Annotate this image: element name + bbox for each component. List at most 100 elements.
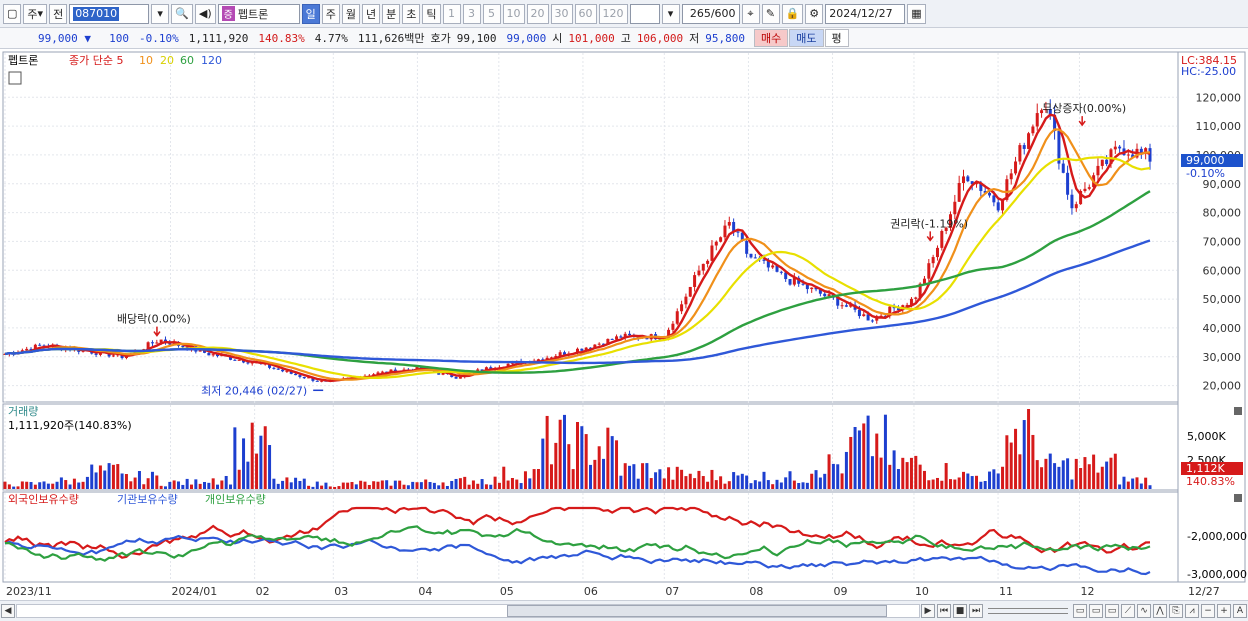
font-size-icon[interactable]: A — [1233, 604, 1247, 618]
draw-tool-icon[interactable]: ✎ — [761, 3, 780, 24]
volume-bar — [354, 484, 358, 489]
custom-interval-input[interactable] — [629, 3, 660, 24]
period-month-tab[interactable]: 월 — [341, 3, 361, 24]
layout-2-icon[interactable]: ▭ — [1089, 604, 1103, 618]
legend-institution[interactable]: 기관보유수량 — [117, 493, 178, 506]
interval-3[interactable]: 3 — [462, 3, 481, 24]
last-price-label: 99,000 — [1186, 154, 1225, 167]
scroll-thumb[interactable] — [507, 605, 887, 617]
jeon-button[interactable]: 전 — [49, 3, 68, 24]
volume-bar — [766, 480, 770, 489]
plus-icon[interactable]: + — [1217, 604, 1231, 618]
period-main-select[interactable]: 주 ▾ — [23, 3, 48, 24]
buy-button[interactable]: 매수 — [754, 29, 789, 47]
volume-bar — [792, 480, 796, 489]
volume-bar — [207, 482, 211, 489]
interval-1[interactable]: 1 — [442, 3, 461, 24]
volume-bar — [68, 484, 72, 489]
volume-bar — [411, 481, 415, 489]
grid-toggle-icon[interactable] — [8, 71, 22, 85]
legend-stock-name[interactable]: 펩트론 — [8, 54, 38, 67]
period-tick-tab[interactable]: 틱 — [422, 3, 441, 24]
search-icon[interactable]: 🔍 — [171, 3, 193, 24]
volume-bar — [111, 464, 115, 489]
fib-tool-icon[interactable]: ⋀ — [1153, 604, 1167, 618]
window-icon[interactable]: ▢ — [3, 3, 22, 24]
scroll-track[interactable] — [16, 604, 920, 618]
legend-ma20[interactable]: 20 — [160, 54, 174, 67]
layout-3-icon[interactable]: ▭ — [1105, 604, 1119, 618]
legend-ma10[interactable]: 10 — [139, 54, 153, 67]
volume-bar — [1105, 461, 1109, 489]
volume-bar — [1053, 463, 1057, 489]
lock-icon[interactable]: 🔒 — [781, 3, 804, 24]
gear-icon[interactable]: ⚙ — [805, 3, 824, 24]
volume-bar — [216, 484, 220, 489]
chart-area[interactable]: 20,000 30,000 40,000 50,000 60,000 70,000 80,0… — [0, 50, 1248, 600]
layout-1-icon[interactable]: ▭ — [1073, 604, 1087, 618]
bottom-scrollbar[interactable]: ◀ ▶ ⏮ ■ ⏭ ▭ ▭ ▭ ⟋ ∿ ⋀ ⎘ ⩘ − + A — [0, 600, 1248, 621]
scroll-right-icon[interactable]: ▶ — [921, 604, 935, 618]
stock-code-value: 087010 — [73, 6, 120, 21]
legend-individual[interactable]: 개인보유수량 — [205, 493, 266, 506]
count-field[interactable]: 265/600 — [681, 3, 740, 24]
legend-ma5[interactable]: 종가 단순 5 — [69, 54, 123, 67]
crosshair-icon[interactable]: ⌖ — [741, 3, 760, 24]
legend-foreign[interactable]: 외국인보유수량 — [8, 493, 79, 506]
stock-name-field[interactable]: 증 펩트론 — [217, 3, 300, 24]
zoom-slider[interactable] — [988, 608, 1068, 614]
candle-body — [680, 304, 684, 312]
candle-body — [701, 263, 705, 271]
volume-bar — [1022, 420, 1026, 489]
minus-icon[interactable]: − — [1201, 604, 1215, 618]
stop-icon[interactable]: ■ — [953, 604, 967, 618]
chart-type-icon[interactable]: ⩘ — [1185, 604, 1199, 618]
holdings-panel-close-icon[interactable] — [1234, 494, 1242, 502]
volume-title[interactable]: 거래량 — [8, 405, 38, 418]
last-page-icon[interactable]: ⏭ — [969, 604, 983, 618]
volume-bar — [276, 483, 280, 489]
volume-bar — [133, 477, 137, 489]
code-dropdown-icon[interactable]: ▾ — [151, 3, 170, 24]
volume-bar — [545, 415, 549, 489]
first-page-icon[interactable]: ⏮ — [937, 604, 951, 618]
volume-bar — [363, 481, 367, 489]
volume-bar — [380, 480, 384, 489]
candle-body — [1031, 126, 1035, 134]
period-week-tab[interactable]: 주 — [321, 3, 340, 24]
volume-panel-close-icon[interactable] — [1234, 407, 1242, 415]
avg-button[interactable]: 평 — [824, 29, 849, 47]
period-day-tab[interactable]: 일 — [301, 3, 320, 24]
interval-30[interactable]: 30 — [550, 3, 573, 24]
volume-bar — [146, 478, 150, 489]
legend-ma60[interactable]: 60 — [180, 54, 194, 67]
date-input[interactable]: 2024/12/27 — [825, 3, 906, 24]
scroll-left-icon[interactable]: ◀ — [1, 604, 15, 618]
period-year-tab[interactable]: 년 — [362, 3, 381, 24]
interval-10[interactable]: 10 — [502, 3, 525, 24]
volume-bar — [42, 481, 46, 489]
interval-20[interactable]: 20 — [526, 3, 549, 24]
volume-bar — [1031, 434, 1035, 489]
x-axis-label: 11 — [999, 585, 1013, 598]
legend-ma120[interactable]: 120 — [201, 54, 222, 67]
interval-120[interactable]: 120 — [598, 3, 628, 24]
candle-body — [211, 354, 215, 356]
stock-code-input[interactable]: 087010 — [69, 3, 150, 24]
interval-dropdown-icon[interactable]: ▾ — [661, 3, 680, 24]
period-second-tab[interactable]: 초 — [402, 3, 421, 24]
x-axis-label: 05 — [500, 585, 514, 598]
sell-button[interactable]: 매도 — [789, 29, 824, 47]
trend-tool-icon[interactable]: ⟋ — [1121, 604, 1135, 618]
interval-5[interactable]: 5 — [482, 3, 501, 24]
candle-body — [810, 287, 814, 290]
volume-bar — [1131, 478, 1135, 489]
volume-bar — [619, 475, 623, 489]
calendar-icon[interactable]: ▦ — [907, 3, 926, 24]
wave-tool-icon[interactable]: ∿ — [1137, 604, 1151, 618]
interval-60[interactable]: 60 — [574, 3, 597, 24]
speaker-icon[interactable]: ◀) — [194, 3, 216, 24]
volume-bar — [1040, 467, 1044, 489]
period-minute-tab[interactable]: 분 — [382, 3, 401, 24]
copy-icon[interactable]: ⎘ — [1169, 604, 1183, 618]
